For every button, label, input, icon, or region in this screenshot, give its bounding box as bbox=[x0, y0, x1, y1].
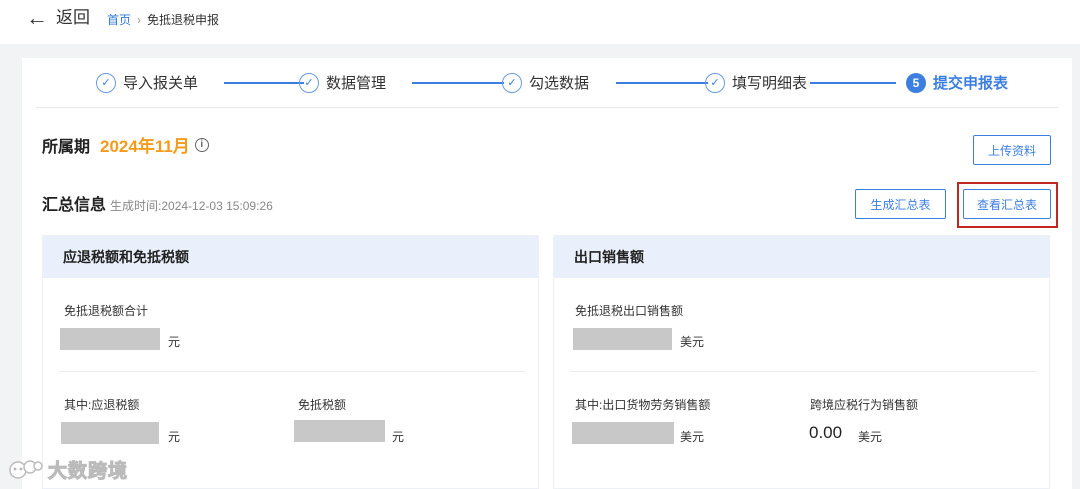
breadcrumb-home-link[interactable]: 首页 bbox=[107, 11, 131, 28]
refund-panel: 应退税额和免抵税额 免抵退税额合计 元 其中:应退税额 元 免抵税额 元 bbox=[42, 235, 539, 489]
generate-summary-button[interactable]: 生成汇总表 bbox=[855, 189, 946, 219]
step-fill-details[interactable]: ✓ 填写明细表 bbox=[705, 72, 807, 93]
check-circle-icon: ✓ bbox=[705, 72, 725, 93]
step-connector bbox=[616, 82, 708, 84]
masked-value bbox=[60, 328, 160, 350]
masked-value bbox=[573, 328, 672, 350]
period-value: 2024年11月 bbox=[100, 137, 190, 156]
watermark-text: 大数跨境 bbox=[47, 461, 129, 483]
watermark: 大数跨境 bbox=[8, 456, 128, 483]
generated-time-label: 生成时间: bbox=[110, 199, 162, 213]
top-bar: ← 返回 首页 › 免抵退税申报 bbox=[0, 0, 1080, 44]
period-label: 所属期 bbox=[42, 138, 91, 156]
step-connector bbox=[810, 82, 896, 84]
step-label: 勾选数据 bbox=[529, 75, 590, 92]
breadcrumb: 首页 › 免抵退税申报 bbox=[107, 11, 219, 28]
step-data-manage[interactable]: ✓ 数据管理 bbox=[299, 72, 386, 93]
main-card: ✓ 导入报关单 ✓ 数据管理 ✓ 勾选数据 ✓ 填写明细表 5 提交申报表 所属… bbox=[22, 58, 1072, 489]
highlight-annotation bbox=[957, 182, 1058, 228]
step-submit[interactable]: 5 提交申报表 bbox=[906, 72, 1008, 93]
period-row: 所属期 2024年11月 i bbox=[42, 132, 209, 157]
goods-sales-label: 其中:出口货物劳务销售额 bbox=[575, 398, 711, 412]
back-label: 返回 bbox=[56, 8, 90, 27]
refund-amount-label: 其中:应退税额 bbox=[64, 398, 140, 412]
check-circle-icon: ✓ bbox=[299, 72, 319, 93]
check-circle-icon: ✓ bbox=[96, 72, 116, 93]
upload-button[interactable]: 上传资料 bbox=[973, 135, 1051, 165]
unit-label: 美元 bbox=[858, 430, 883, 444]
step-connector bbox=[412, 82, 504, 84]
step-label: 提交申报表 bbox=[933, 75, 1009, 92]
step-label: 数据管理 bbox=[326, 75, 387, 92]
generated-time: 2024-12-03 15:09:26 bbox=[161, 199, 273, 213]
step-progress: ✓ 导入报关单 ✓ 数据管理 ✓ 勾选数据 ✓ 填写明细表 5 提交申报表 bbox=[36, 58, 1058, 108]
chevron-right-icon: › bbox=[137, 12, 142, 27]
cross-border-sales-value: 0.00 bbox=[809, 423, 843, 442]
unit-label: 美元 bbox=[680, 430, 705, 444]
cross-border-sales-label: 跨境应税行为销售额 bbox=[810, 398, 919, 412]
arrow-left-icon: ← bbox=[26, 5, 48, 30]
step-number-badge: 5 bbox=[906, 72, 926, 93]
check-circle-icon: ✓ bbox=[502, 72, 522, 93]
export-sales-total-label: 免抵退税出口销售额 bbox=[575, 304, 684, 318]
unit-label: 元 bbox=[392, 430, 405, 444]
unit-label: 元 bbox=[168, 430, 181, 444]
masked-value bbox=[572, 422, 674, 444]
step-label: 导入报关单 bbox=[123, 75, 199, 92]
breadcrumb-current: 免抵退税申报 bbox=[147, 13, 220, 27]
masked-value bbox=[61, 422, 159, 444]
unit-label: 元 bbox=[168, 335, 181, 349]
exempt-amount-label: 免抵税额 bbox=[298, 398, 347, 412]
export-sales-panel: 出口销售额 免抵退税出口销售额 美元 其中:出口货物劳务销售额 美元 跨境应税行… bbox=[553, 235, 1050, 489]
info-icon[interactable]: i bbox=[194, 137, 209, 152]
step-connector bbox=[224, 82, 304, 84]
logo-icon bbox=[8, 458, 44, 482]
step-label: 填写明细表 bbox=[732, 75, 808, 92]
step-import[interactable]: ✓ 导入报关单 bbox=[96, 72, 198, 93]
step-select-data[interactable]: ✓ 勾选数据 bbox=[502, 72, 589, 93]
divider bbox=[570, 371, 1036, 372]
masked-value bbox=[294, 420, 385, 442]
panel-title: 应退税额和免抵税额 bbox=[43, 236, 538, 278]
panel-title: 出口销售额 bbox=[554, 236, 1049, 278]
total-refund-label: 免抵退税额合计 bbox=[64, 304, 149, 318]
summary-title: 汇总信息 bbox=[42, 197, 107, 214]
summary-header: 汇总信息 生成时间: 2024-12-03 15:09:26 bbox=[42, 191, 273, 215]
back-button[interactable]: ← 返回 bbox=[26, 6, 90, 30]
divider bbox=[59, 371, 525, 372]
unit-label: 美元 bbox=[680, 335, 705, 349]
